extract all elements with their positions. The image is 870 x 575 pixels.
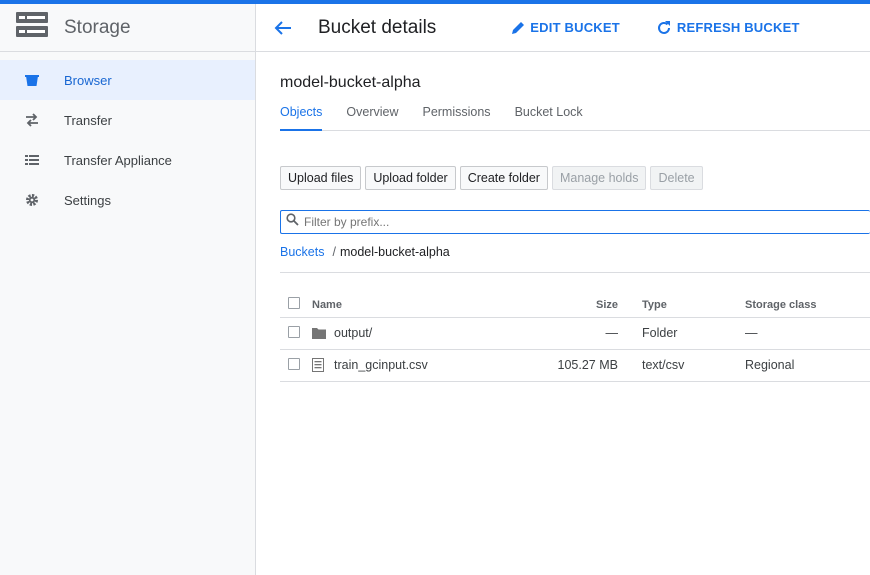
storage-logo-icon <box>16 12 48 43</box>
file-icon <box>312 358 326 372</box>
refresh-bucket-button[interactable]: REFRESH BUCKET <box>656 20 800 36</box>
object-size: — <box>512 317 642 350</box>
breadcrumb-current: model-bucket-alpha <box>339 245 450 259</box>
main-panel: Bucket details EDIT BUCKET REFRESH BUCKE… <box>256 4 870 575</box>
edit-bucket-button[interactable]: EDIT BUCKET <box>511 20 620 35</box>
sidebar-item-label: Browser <box>64 72 112 88</box>
bucket-name: model-bucket-alpha <box>280 74 421 91</box>
upload-files-button[interactable]: Upload files <box>280 166 362 190</box>
sidebar-title: Storage <box>64 16 131 38</box>
filter-box <box>280 210 870 234</box>
filter-input[interactable] <box>304 215 804 229</box>
folder-icon <box>312 326 326 340</box>
page-title: Bucket details <box>318 16 437 38</box>
row-checkbox[interactable] <box>288 325 300 338</box>
sidebar: Storage Browser Transfer Transfer Applia… <box>0 4 256 575</box>
bucket-icon <box>24 72 40 88</box>
table-header-row: Name Size Type Storage class <box>280 293 870 318</box>
select-all-checkbox[interactable] <box>288 297 300 310</box>
object-name-link[interactable]: train_gcinput.csv <box>334 358 428 372</box>
column-header-name[interactable]: Name <box>312 293 512 318</box>
object-actions-toolbar: Upload files Upload folder Create folder… <box>280 166 870 190</box>
sidebar-item-settings[interactable]: Settings <box>0 180 255 220</box>
edit-bucket-label: EDIT BUCKET <box>530 20 620 35</box>
column-header-type[interactable]: Type <box>642 293 745 318</box>
object-type: Folder <box>642 317 745 350</box>
tab-objects[interactable]: Objects <box>280 105 323 131</box>
refresh-icon <box>657 20 670 34</box>
pencil-icon <box>512 21 525 34</box>
create-folder-button[interactable]: Create folder <box>459 166 548 190</box>
delete-button[interactable]: Delete <box>650 166 703 190</box>
breadcrumb: Buckets / model-bucket-alpha <box>280 245 870 273</box>
column-header-storage-class[interactable]: Storage class <box>745 293 870 318</box>
bucket-tabs: Objects Overview Permissions Bucket Lock <box>280 105 870 131</box>
tab-overview[interactable]: Overview <box>346 105 398 131</box>
page-header: Bucket details EDIT BUCKET REFRESH BUCKE… <box>256 4 870 52</box>
breadcrumb-separator: / <box>332 245 336 259</box>
gear-icon <box>24 192 40 208</box>
sidebar-item-label: Transfer <box>64 112 112 128</box>
table-row[interactable]: train_gcinput.csv 105.27 MB text/csv Reg… <box>280 349 870 382</box>
manage-holds-button[interactable]: Manage holds <box>551 166 647 190</box>
tab-permissions[interactable]: Permissions <box>422 105 490 131</box>
back-arrow-icon[interactable] <box>274 18 294 38</box>
search-icon <box>286 213 299 231</box>
sidebar-item-label: Transfer Appliance <box>64 152 172 168</box>
object-size: 105.27 MB <box>512 349 642 382</box>
refresh-bucket-label: REFRESH BUCKET <box>676 20 800 35</box>
sidebar-item-transfer[interactable]: Transfer <box>0 100 255 140</box>
sidebar-item-transfer-appliance[interactable]: Transfer Appliance <box>0 140 255 180</box>
tab-bucket-lock[interactable]: Bucket Lock <box>515 105 583 131</box>
sidebar-item-label: Settings <box>64 192 111 208</box>
list-icon <box>24 152 40 168</box>
object-storage-class: Regional <box>745 349 870 382</box>
upload-folder-button[interactable]: Upload folder <box>365 166 456 190</box>
table-row[interactable]: output/ — Folder — <box>280 317 870 350</box>
sidebar-item-browser[interactable]: Browser <box>0 60 255 100</box>
object-type: text/csv <box>642 349 745 382</box>
transfer-arrows-icon <box>24 112 40 128</box>
column-header-size[interactable]: Size <box>512 293 642 318</box>
breadcrumb-buckets-link[interactable]: Buckets <box>280 245 324 272</box>
objects-table: Name Size Type Storage class output/ — F… <box>280 293 870 382</box>
sidebar-header: Storage <box>0 4 255 52</box>
row-checkbox[interactable] <box>288 357 300 370</box>
object-storage-class: — <box>745 317 870 350</box>
object-name-link[interactable]: output/ <box>334 326 372 340</box>
